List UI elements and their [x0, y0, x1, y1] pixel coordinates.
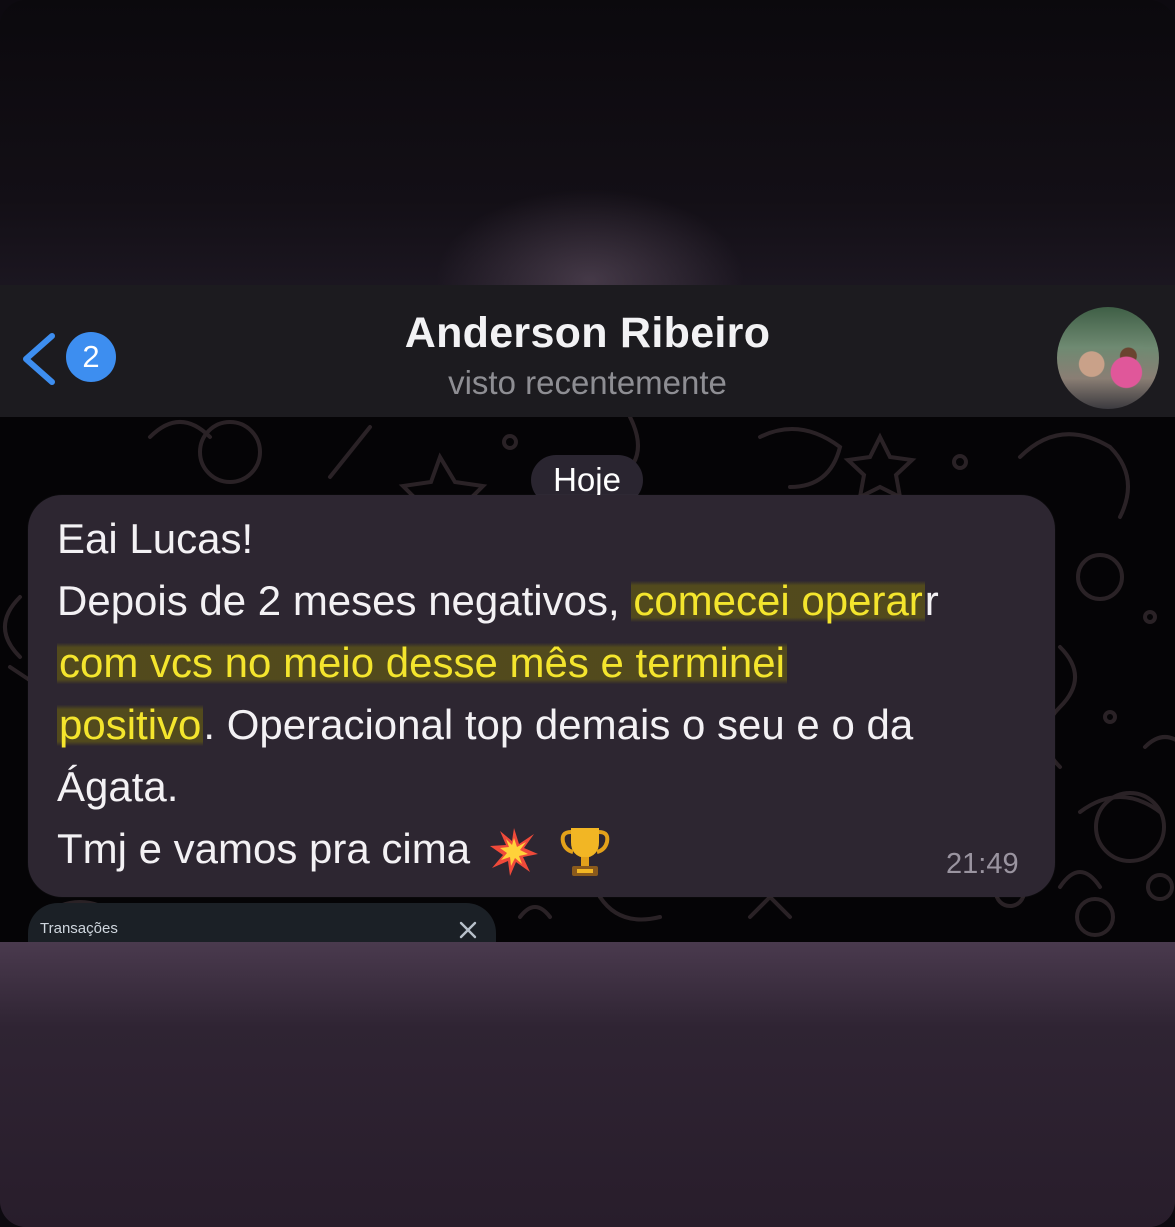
message-text: r	[924, 577, 939, 624]
screenshot-frame: 2 Anderson Ribeiro visto recentemente Ho…	[0, 0, 1175, 1227]
message-timestamp: 21:49	[946, 848, 1019, 880]
message-line-2: Depois de 2 meses negativos, comecei ope…	[57, 576, 939, 626]
contact-name[interactable]: Anderson Ribeiro	[0, 309, 1175, 358]
highlighted-text: com vcs no meio desse mês e terminei	[57, 639, 787, 686]
message-text: Tmj e vamos pra cima	[57, 825, 471, 873]
message-line-4: positivo. Operacional top demais o seu e…	[57, 700, 913, 750]
message-line-6: Tmj e vamos pra cima	[57, 824, 613, 880]
transactions-panel-title: Transações	[40, 920, 118, 937]
trophy-emoji-icon	[561, 828, 610, 876]
contact-status: visto recentemente	[448, 364, 727, 401]
message-text: . Operacional top demais o seu e o da	[203, 701, 914, 748]
collision-emoji-icon	[489, 828, 538, 876]
blurred-background-bottom	[0, 942, 1175, 1227]
message-line-1: Eai Lucas!	[57, 515, 254, 562]
contact-avatar[interactable]	[1057, 307, 1159, 409]
highlighted-text: positivo	[57, 701, 204, 748]
highlighted-text: comecei operar	[631, 577, 925, 624]
message-line-5: Ágata.	[57, 763, 179, 810]
message-text: Depois de 2 meses negativos,	[57, 577, 632, 624]
close-icon[interactable]	[457, 919, 479, 941]
blurred-background-top	[0, 0, 1175, 285]
message-line-3: com vcs no meio desse mês e terminei	[57, 638, 787, 688]
